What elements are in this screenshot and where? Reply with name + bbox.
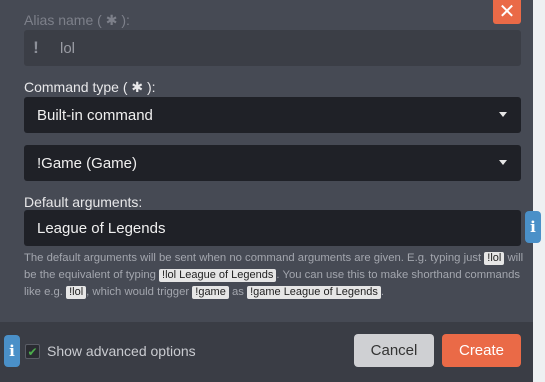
info-icon[interactable]: i — [525, 211, 541, 243]
default-arguments-help: The default arguments will be sent when … — [24, 250, 524, 301]
info-icon[interactable]: i — [4, 335, 20, 367]
close-icon: ✕ — [498, 1, 516, 23]
help-text: . — [380, 286, 385, 298]
default-arguments-input[interactable]: League of Legends — [24, 210, 521, 246]
command-type-label: Command type ( ✱ ): — [24, 79, 156, 95]
help-text: as — [228, 286, 248, 298]
page-background-strip — [533, 0, 545, 382]
help-text: The default arguments will be sent when … — [24, 252, 485, 264]
alias-name-value: lol — [60, 39, 76, 57]
alias-name-label: Alias name ( ✱ ): — [24, 12, 130, 28]
command-type-value: Built-in command — [37, 106, 153, 124]
create-alias-dialog: ✕ Alias name ( ✱ ): ! lol Command type (… — [0, 0, 533, 382]
chevron-down-icon — [499, 112, 507, 117]
default-arguments-value: League of Legends — [37, 219, 166, 237]
cancel-button[interactable]: Cancel — [354, 334, 434, 367]
code-snippet: !lol — [484, 252, 505, 265]
command-value: !Game (Game) — [37, 154, 138, 172]
close-button[interactable]: ✕ — [493, 0, 521, 24]
command-type-select[interactable]: Built-in command — [24, 97, 521, 133]
show-advanced-checkbox[interactable]: ✔ — [25, 344, 40, 359]
chevron-down-icon — [499, 160, 507, 165]
help-text: , which would trigger — [86, 286, 193, 298]
exclamation-icon: ! — [33, 38, 39, 57]
command-select[interactable]: !Game (Game) — [24, 145, 521, 181]
create-button[interactable]: Create — [442, 334, 521, 367]
show-advanced-label[interactable]: Show advanced options — [47, 343, 196, 359]
code-snippet: !lol — [66, 286, 87, 299]
code-snippet: !game — [192, 286, 229, 299]
code-snippet: !game League of Legends — [247, 286, 381, 299]
checkmark-icon: ✔ — [27, 344, 38, 359]
alias-name-field: ! lol — [24, 30, 521, 66]
default-arguments-label: Default arguments: — [24, 194, 143, 210]
code-snippet: !lol League of Legends — [159, 269, 277, 282]
